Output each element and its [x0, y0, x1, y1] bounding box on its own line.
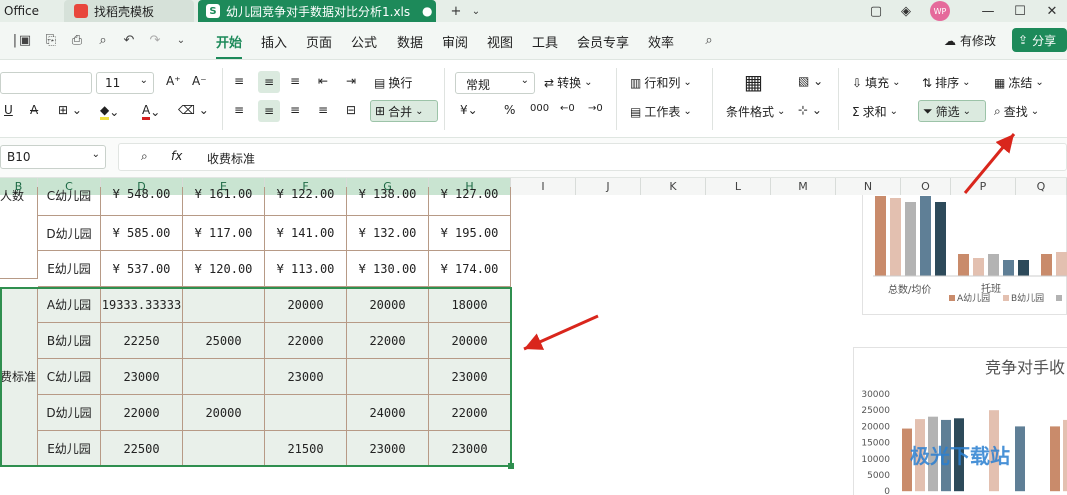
table-cell[interactable]: 23000 — [429, 431, 511, 467]
table-row-name[interactable]: C幼儿园 — [38, 187, 101, 216]
chart-2-ytick: 0 — [884, 487, 890, 495]
table-cell[interactable]: 22000 — [429, 395, 511, 431]
table-cell[interactable]: 22000 — [265, 323, 347, 359]
chart-2-ytick: 30000 — [861, 390, 890, 400]
chart-1-xlabel-0: 总数/均价 — [888, 283, 931, 296]
table-row-name[interactable]: D幼儿园 — [38, 395, 101, 431]
table-cell[interactable]: ¥ 585.00 — [101, 216, 183, 251]
watermark-logo: 极光下载站 — [910, 444, 1010, 468]
table-cell[interactable] — [265, 395, 347, 431]
table-cell[interactable]: ¥ 138.00 — [347, 187, 429, 216]
chart-1-bar — [905, 202, 916, 276]
chart-2-bar — [1015, 426, 1025, 492]
table-cell[interactable]: ¥ 117.00 — [183, 216, 265, 251]
chart-1-legend-swatch-0 — [949, 295, 955, 301]
table-cell[interactable] — [183, 287, 265, 323]
table-cell[interactable]: ¥ 161.00 — [183, 187, 265, 216]
table-row-name[interactable]: B幼儿园 — [38, 323, 101, 359]
chart-2-ytick: 5000 — [867, 471, 890, 481]
table-cell[interactable] — [183, 359, 265, 395]
table-row-name[interactable]: E幼儿园 — [38, 431, 101, 467]
table-cell[interactable]: 22250 — [101, 323, 183, 359]
table-cell[interactable]: 18000 — [429, 287, 511, 323]
table-cell[interactable] — [347, 359, 429, 395]
chart-1-bar — [890, 198, 901, 276]
chart-1-bar — [1056, 252, 1067, 276]
table-cell[interactable]: ¥ 113.00 — [265, 251, 347, 287]
chart-1-bar — [958, 254, 969, 276]
table-cell[interactable]: 23000 — [265, 359, 347, 395]
table-cell[interactable]: 20000 — [429, 323, 511, 359]
table-row-name[interactable]: A幼儿园 — [38, 287, 101, 323]
chart-2[interactable]: 竞争对手收 30000 25000 20000 15000 10000 5000 0 — [853, 347, 1067, 495]
fill-handle[interactable] — [508, 463, 514, 469]
table-cell[interactable]: ¥ 130.00 — [347, 251, 429, 287]
chart-1-bar — [1041, 254, 1052, 276]
table-cell[interactable]: ¥ 548.00 — [101, 187, 183, 216]
chart-2-ytick: 25000 — [861, 406, 890, 416]
chart-1-svg: 总数/均价 托班 A幼儿园 B幼儿园 — [873, 196, 1067, 304]
table-cell[interactable]: ¥ 120.00 — [183, 251, 265, 287]
chart-2-ytick: 10000 — [861, 455, 890, 465]
table-cell[interactable]: 21500 — [265, 431, 347, 467]
table-cell[interactable]: 22500 — [101, 431, 183, 467]
table-cell[interactable]: ¥ 141.00 — [265, 216, 347, 251]
table-cell[interactable]: 22000 — [347, 323, 429, 359]
chart-2-ytick: 20000 — [861, 422, 890, 432]
chart-2-title: 竞争对手收 — [985, 358, 1065, 377]
table-cell[interactable]: ¥ 537.00 — [101, 251, 183, 287]
chart-1-bar — [1003, 260, 1014, 276]
chart-1-bar — [935, 202, 946, 276]
chart-1-bar — [920, 196, 931, 276]
chart-2-bar — [1063, 419, 1067, 492]
table-cell[interactable]: ¥ 132.00 — [347, 216, 429, 251]
chart-2-svg: 竞争对手收 30000 25000 20000 15000 10000 5000 0 — [861, 358, 1067, 495]
row-group-label-count[interactable]: 人数 — [0, 187, 38, 279]
chart-1-legend-swatch-2 — [1056, 295, 1062, 301]
table-cell[interactable] — [183, 431, 265, 467]
table-row-name[interactable]: E幼儿园 — [38, 251, 101, 287]
table-cell[interactable]: 20000 — [347, 287, 429, 323]
table-row-name[interactable]: D幼儿园 — [38, 216, 101, 251]
chart-1-bar — [1018, 260, 1029, 276]
chart-1[interactable]: 总数/均价 托班 A幼儿园 B幼儿园 — [862, 195, 1067, 315]
chart-1-legend-1: B幼儿园 — [1011, 292, 1044, 304]
table-cell[interactable]: 23000 — [101, 359, 183, 395]
table-cell[interactable]: 23000 — [429, 359, 511, 395]
table-cell[interactable]: 24000 — [347, 395, 429, 431]
table-cell[interactable]: 20000 — [183, 395, 265, 431]
table-cell[interactable]: 19333.33333 — [101, 287, 183, 323]
chart-1-legend-swatch-1 — [1003, 295, 1009, 301]
table-row-name[interactable]: C幼儿园 — [38, 359, 101, 395]
row-group-label-fee[interactable]: 费标准 — [0, 287, 38, 467]
chart-2-ytick: 15000 — [861, 439, 890, 449]
table-cell[interactable]: 25000 — [183, 323, 265, 359]
table-cell[interactable]: ¥ 174.00 — [429, 251, 511, 287]
table-cell[interactable]: 23000 — [347, 431, 429, 467]
chart-1-legend-0: A幼儿园 — [957, 292, 990, 304]
table-cell[interactable]: 20000 — [265, 287, 347, 323]
table-cell[interactable]: 22000 — [101, 395, 183, 431]
chart-1-bar — [875, 196, 886, 276]
table-cell[interactable]: ¥ 195.00 — [429, 216, 511, 251]
chart-1-bar — [973, 258, 984, 276]
chart-2-bar — [1050, 426, 1060, 492]
chart-1-bar — [988, 254, 999, 276]
table-cell[interactable]: ¥ 127.00 — [429, 187, 511, 216]
table-cell[interactable]: ¥ 122.00 — [265, 187, 347, 216]
